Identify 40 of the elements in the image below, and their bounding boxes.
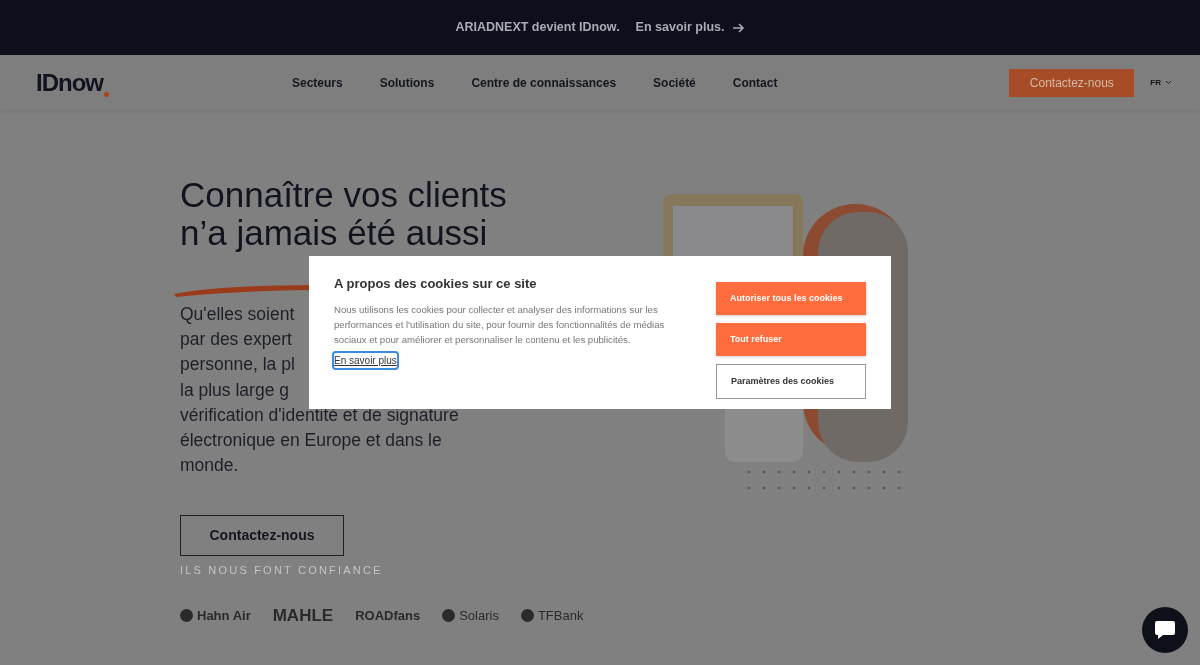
chevron-down-icon (1165, 80, 1172, 85)
hero-heading: Connaître vos clients (180, 176, 508, 214)
circle-mark-icon (442, 609, 456, 623)
hero-paragraph-line: électronique en Europe et dans le (180, 429, 442, 452)
circle-mark-icon (180, 609, 193, 623)
hero-paragraph-line: personne, la pl (180, 353, 295, 377)
nav-link[interactable]: Solutions (379, 73, 435, 92)
logo[interactable]: IDnow (36, 64, 109, 101)
dialog-text: Nous utilisons les cookies pour collecter et analyser des informations sur les performances et l'utilisation du site, pour fournir des fonctionnalités de médias sociaux et pour améliorer et personnaliser le contenu et les publicités. (334, 302, 666, 347)
client-logo: Solaris (442, 605, 499, 626)
nav-link[interactable]: Secteurs (292, 73, 343, 92)
cookie-button[interactable]: Tout refuser (716, 323, 866, 356)
hero-paragraph-line: vérification d'identité et de signature (180, 403, 459, 427)
learn-more-link[interactable]: En savoir plus (334, 352, 397, 368)
hero-paragraph-line: Qu'elles soient (180, 303, 295, 326)
nav-link[interactable]: Centre de connaissances (471, 73, 617, 92)
arrow-right-icon (732, 22, 745, 33)
language-selector[interactable]: FR (1150, 76, 1172, 89)
hero-paragraph-line: monde. (180, 454, 239, 478)
hero-heading: n’a jamais été aussi (180, 214, 489, 252)
client-logo: TFBank (520, 605, 584, 626)
announcement-link[interactable]: En savoir plus. (635, 18, 745, 37)
hero-paragraph-line: par des expert (180, 328, 292, 352)
cookie-button[interactable]: Paramètres des cookies (716, 364, 866, 399)
hero-paragraph-line: la plus large g (180, 378, 289, 402)
chat-button[interactable] (1142, 607, 1188, 653)
client-logo: Hahn Air (180, 605, 251, 626)
trust-label: ILS NOUS FONT CONFIANCE (180, 563, 383, 579)
contact-button[interactable]: Contactez-nous (180, 515, 344, 557)
contact-button[interactable]: Contactez-nous (1009, 68, 1135, 97)
announcement-text: ARIADNEXT devient IDnow. (455, 19, 620, 37)
logo-dot-icon (104, 91, 109, 97)
cookie-button[interactable]: Autoriser tous les cookies (716, 282, 866, 315)
chat-bubble-icon (1154, 620, 1176, 640)
circle-mark-icon (520, 609, 534, 623)
nav-link[interactable]: Société (653, 73, 696, 92)
client-logo: ROADfans (355, 606, 421, 625)
dialog-title: A propos des cookies sur ce site (334, 275, 538, 293)
nav-link[interactable]: Contact (732, 73, 778, 92)
client-logo: MAHLE (272, 604, 334, 627)
